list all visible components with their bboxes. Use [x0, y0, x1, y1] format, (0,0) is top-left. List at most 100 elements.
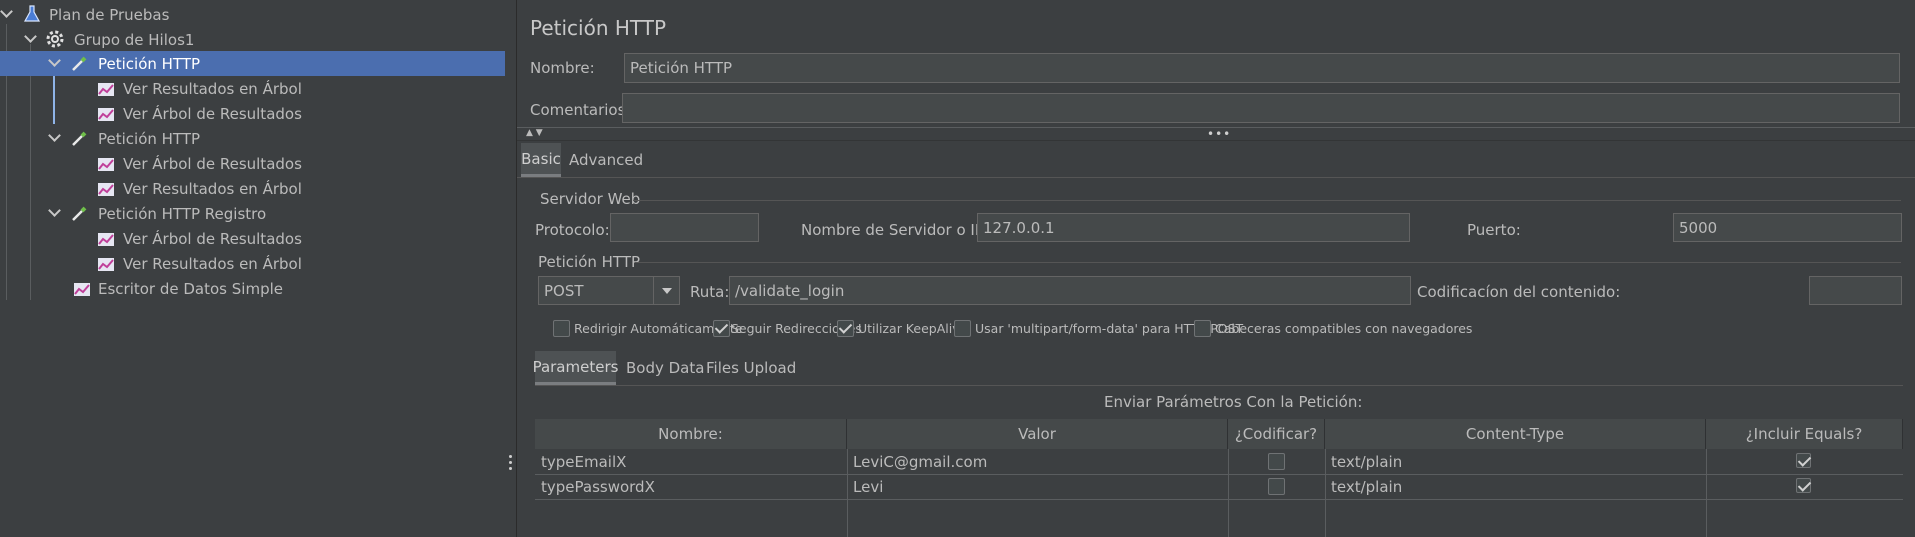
chevron-down-icon[interactable] — [48, 205, 62, 219]
divider — [517, 140, 1915, 141]
chart-icon — [96, 179, 116, 199]
method-select[interactable]: POST — [538, 276, 680, 305]
param-value-cell[interactable]: LeviC@gmail.com — [847, 449, 1228, 474]
tree-item-results-tree[interactable]: Ver Árbol de Resultados — [0, 101, 505, 126]
tab-advanced[interactable]: Advanced — [569, 143, 643, 177]
name-field[interactable]: Petición HTTP — [624, 53, 1900, 83]
param-name-cell[interactable]: typeEmailX — [535, 449, 847, 474]
chart-icon — [96, 79, 116, 99]
column-header-content-type[interactable]: Content-Type — [1325, 419, 1706, 449]
tree-item-label: Petición HTTP Registro — [98, 204, 267, 223]
browser-headers-label: Cabeceras compatibles con navegadores — [1215, 321, 1473, 336]
tree-item-label: Plan de Pruebas — [49, 5, 170, 24]
chevron-down-icon[interactable] — [24, 31, 38, 45]
chart-icon — [96, 104, 116, 124]
gear-icon — [45, 29, 65, 49]
browser-headers-checkbox[interactable] — [1194, 320, 1211, 337]
column-header-include-equals[interactable]: ¿Incluir Equals? — [1706, 419, 1903, 449]
tree-item-results-tree[interactable]: Ver Árbol de Resultados — [0, 151, 505, 176]
pipette-icon — [70, 53, 90, 73]
comments-field[interactable] — [622, 93, 1900, 123]
chart-icon — [96, 154, 116, 174]
tree-item-label: Ver Resultados en Árbol — [123, 79, 302, 98]
divider — [517, 177, 1915, 178]
flask-icon — [22, 4, 42, 24]
server-section-title: Servidor Web — [540, 190, 641, 208]
content-type-cell[interactable]: text/plain — [1325, 449, 1706, 474]
drag-handle-icon — [509, 455, 513, 473]
keepalive-label: Utilizar KeepAlive — [858, 321, 968, 336]
follow-redirects-checkbox[interactable] — [713, 320, 730, 337]
chart-icon — [72, 279, 92, 299]
table-gridline — [1706, 449, 1707, 537]
encoding-label: Codificacíon del contenido: — [1417, 283, 1621, 301]
pipette-icon — [70, 128, 90, 148]
column-header-name[interactable]: Nombre: — [535, 419, 847, 449]
collapse-arrows-icon[interactable]: ▲ ▼ — [526, 128, 543, 138]
request-section-title: Petición HTTP — [538, 253, 641, 271]
include-equals-checkbox[interactable] — [1796, 453, 1811, 468]
pipette-icon — [70, 203, 90, 223]
more-dots-icon[interactable]: ••• — [1207, 127, 1231, 141]
encoding-field[interactable] — [1809, 276, 1902, 305]
tree-item-label: Ver Árbol de Resultados — [123, 154, 302, 173]
tree-item-http-request-registro[interactable]: Petición HTTP Registro — [0, 201, 505, 226]
host-label: Nombre de Servidor o IP: — [801, 221, 989, 239]
tree-item-thread-group[interactable]: Grupo de Hilos1 — [0, 27, 505, 52]
http-request-panel: Petición HTTP Nombre: Petición HTTP Come… — [517, 0, 1915, 537]
tree-item-results-tree[interactable]: Ver Resultados en Árbol — [0, 176, 505, 201]
table-gridline — [1228, 449, 1229, 537]
tab-basic[interactable]: Basic — [521, 143, 561, 177]
divider — [635, 262, 1901, 263]
keepalive-checkbox[interactable] — [837, 320, 854, 337]
chevron-down-icon[interactable] — [48, 130, 62, 144]
port-field[interactable]: 5000 — [1673, 213, 1902, 242]
chart-icon — [96, 229, 116, 249]
column-header-value[interactable]: Valor — [847, 419, 1228, 449]
tab-files-upload[interactable]: Files Upload — [706, 351, 796, 385]
protocol-field[interactable] — [610, 213, 759, 242]
method-select-value: POST — [544, 281, 584, 300]
param-value-cell[interactable]: Levi — [847, 474, 1228, 499]
host-field[interactable]: 127.0.0.1 — [977, 213, 1410, 242]
tree-item-results-tree[interactable]: Ver Resultados en Árbol — [0, 76, 505, 101]
tree-item-http-request[interactable]: Petición HTTP — [0, 126, 505, 151]
multipart-checkbox[interactable] — [954, 320, 971, 337]
chart-icon — [96, 254, 116, 274]
auto-redirect-checkbox[interactable] — [553, 320, 570, 337]
tree-item-label: Petición HTTP — [98, 54, 201, 73]
path-label: Ruta: — [690, 283, 730, 301]
param-name-cell[interactable]: typePasswordX — [535, 474, 847, 499]
divider — [633, 200, 1901, 201]
tree-item-label: Grupo de Hilos1 — [74, 30, 195, 49]
divider — [535, 385, 1903, 386]
tree-item-results-tree[interactable]: Ver Resultados en Árbol — [0, 251, 505, 276]
chevron-down-icon[interactable] — [0, 6, 14, 20]
tab-body-data[interactable]: Body Data — [626, 351, 704, 385]
tree-item-http-request-selected[interactable]: Petición HTTP — [0, 51, 505, 76]
path-field[interactable]: /validate_login — [729, 276, 1411, 305]
page-title: Petición HTTP — [530, 16, 667, 40]
test-plan-tree: Plan de Pruebas Grupo de Hilos1 Petición… — [0, 0, 505, 537]
name-label: Nombre: — [530, 59, 595, 77]
comments-label: Comentarios — [530, 101, 626, 119]
tree-item-label: Ver Árbol de Resultados — [123, 229, 302, 248]
tree-item-results-tree[interactable]: Ver Árbol de Resultados — [0, 226, 505, 251]
tree-item-label: Escritor de Datos Simple — [98, 279, 283, 298]
protocol-label: Protocolo: — [535, 221, 610, 239]
chevron-down-icon[interactable] — [48, 55, 62, 69]
tree-item-simple-data-writer[interactable]: Escritor de Datos Simple — [0, 276, 505, 301]
encode-checkbox[interactable] — [1268, 453, 1285, 470]
encode-checkbox[interactable] — [1268, 478, 1285, 495]
tab-parameters[interactable]: Parameters — [533, 351, 618, 385]
port-label: Puerto: — [1467, 221, 1521, 239]
params-caption: Enviar Parámetros Con la Petición: — [1104, 393, 1363, 411]
table-gridline — [535, 499, 1903, 500]
content-type-cell[interactable]: text/plain — [1325, 474, 1706, 499]
include-equals-checkbox[interactable] — [1796, 478, 1811, 493]
tree-item-label: Petición HTTP — [98, 129, 201, 148]
tree-item-label: Ver Resultados en Árbol — [123, 179, 302, 198]
tree-item-label: Ver Árbol de Resultados — [123, 104, 302, 123]
tree-item-test-plan[interactable]: Plan de Pruebas — [0, 2, 505, 27]
column-header-encode[interactable]: ¿Codificar? — [1228, 419, 1325, 449]
